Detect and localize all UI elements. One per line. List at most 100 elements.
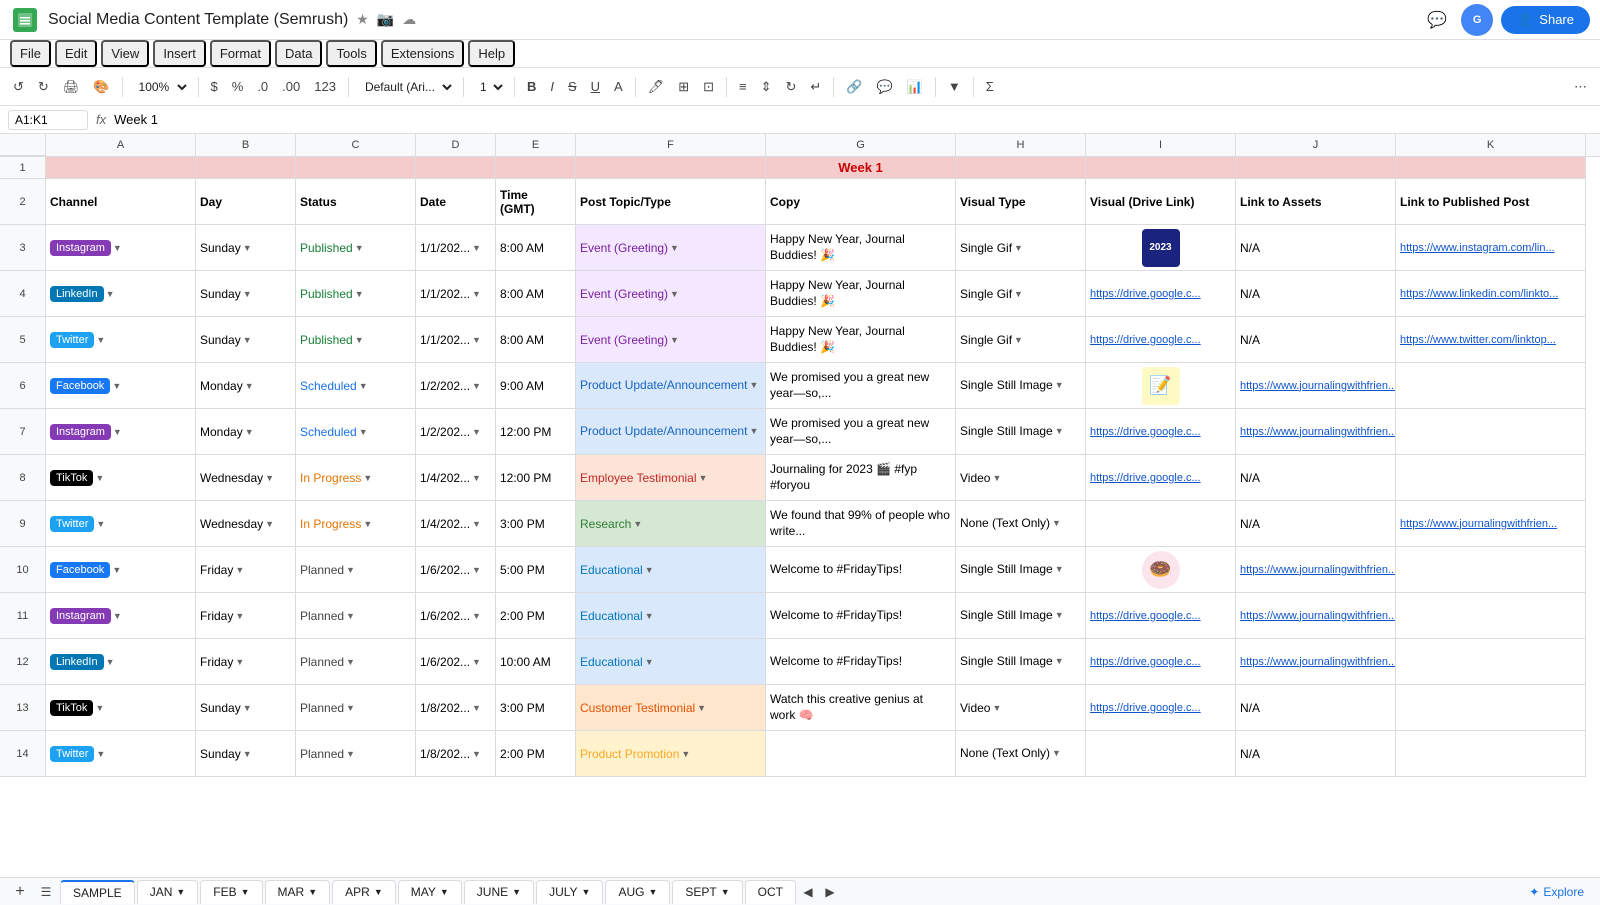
channel-dropdown-5[interactable]: ▼: [96, 335, 105, 345]
cell-day-7[interactable]: Monday ▼: [196, 409, 296, 455]
vt-dropdown-7[interactable]: ▼: [1055, 426, 1064, 438]
tab-apr-dropdown[interactable]: ▼: [374, 887, 383, 897]
cell-visual-type-11[interactable]: Single Still Image ▼: [956, 593, 1086, 639]
menu-help[interactable]: Help: [468, 40, 515, 67]
col-header-e[interactable]: E: [496, 134, 576, 156]
cell-status-4[interactable]: Published ▼: [296, 271, 416, 317]
cell-channel-12[interactable]: LinkedIn ▼: [46, 639, 196, 685]
topic-dropdown-8[interactable]: ▼: [699, 473, 708, 483]
vt-dropdown-9[interactable]: ▼: [1052, 518, 1061, 530]
cell-date-14[interactable]: 1/8/202... ▼: [416, 731, 496, 777]
menu-data[interactable]: Data: [275, 40, 322, 67]
vt-dropdown-14[interactable]: ▼: [1052, 748, 1061, 760]
more-button[interactable]: ⋯: [1569, 76, 1592, 98]
tab-sample[interactable]: SAMPLE: [60, 880, 135, 904]
text-color-button[interactable]: A: [609, 76, 628, 97]
cell-date-4[interactable]: 1/1/202... ▼: [416, 271, 496, 317]
cell-copy-5[interactable]: Happy New Year, Journal Buddies! 🎉: [766, 317, 956, 363]
align-h-button[interactable]: ≡: [734, 76, 752, 97]
assets-link-11[interactable]: https://www.journalingwithfrien...: [1240, 610, 1396, 622]
cell-channel-8[interactable]: TikTok ▼: [46, 455, 196, 501]
list-sheets-button[interactable]: ☰: [34, 880, 58, 904]
cell-copy-13[interactable]: Watch this creative genius at work 🧠: [766, 685, 956, 731]
tab-sept[interactable]: SEPT ▼: [672, 880, 742, 904]
nav-right-button[interactable]: ▶: [820, 882, 840, 902]
vt-dropdown-3[interactable]: ▼: [1014, 243, 1023, 253]
cell-link-published-12[interactable]: [1396, 639, 1586, 685]
spreadsheet[interactable]: A B C D E F G H I J K 1 2 3 4 5 6 7 8 9 …: [0, 134, 1600, 877]
cell-day-8[interactable]: Wednesday ▼: [196, 455, 296, 501]
cell-link-assets-14[interactable]: N/A: [1236, 731, 1396, 777]
published-link-3[interactable]: https://www.instagram.com/lin...: [1400, 242, 1555, 254]
camera-icon[interactable]: 📷: [377, 11, 394, 28]
tab-jan-dropdown[interactable]: ▼: [176, 887, 185, 897]
comment-button[interactable]: 💬: [872, 76, 898, 98]
cell-topic-14[interactable]: Product Promotion ▼: [576, 731, 766, 777]
tab-july[interactable]: JULY ▼: [536, 880, 603, 904]
menu-edit[interactable]: Edit: [55, 40, 97, 67]
wrap-button[interactable]: ↵: [805, 76, 826, 98]
col-header-k[interactable]: K: [1396, 134, 1586, 156]
star-icon[interactable]: ★: [356, 11, 369, 28]
menu-view[interactable]: View: [101, 40, 149, 67]
functions-button[interactable]: Σ: [981, 76, 999, 97]
assets-link-10[interactable]: https://www.journalingwithfrien...: [1240, 564, 1396, 576]
date-dropdown-13[interactable]: ▼: [472, 703, 481, 713]
status-dropdown-9[interactable]: ▼: [363, 519, 372, 529]
cell-link-published-8[interactable]: [1396, 455, 1586, 501]
channel-dropdown-8[interactable]: ▼: [95, 473, 104, 483]
channel-dropdown-11[interactable]: ▼: [113, 611, 122, 621]
day-dropdown-4[interactable]: ▼: [243, 289, 252, 299]
merge-button[interactable]: ⊡: [698, 76, 719, 98]
channel-dropdown-14[interactable]: ▼: [96, 749, 105, 759]
cell-time-7[interactable]: 12:00 PM: [496, 409, 576, 455]
cell-copy-12[interactable]: Welcome to #FridayTips!: [766, 639, 956, 685]
cell-status-11[interactable]: Planned ▼: [296, 593, 416, 639]
vt-dropdown-8[interactable]: ▼: [992, 473, 1001, 483]
cell-time-6[interactable]: 9:00 AM: [496, 363, 576, 409]
topic-dropdown-10[interactable]: ▼: [645, 565, 654, 575]
cell-time-8[interactable]: 12:00 PM: [496, 455, 576, 501]
cell-topic-10[interactable]: Educational ▼: [576, 547, 766, 593]
header-visual-drive[interactable]: Visual (Drive Link): [1086, 179, 1236, 225]
channel-dropdown-10[interactable]: ▼: [112, 565, 121, 575]
cell-topic-5[interactable]: Event (Greeting) ▼: [576, 317, 766, 363]
cell-date-13[interactable]: 1/8/202... ▼: [416, 685, 496, 731]
tab-sept-dropdown[interactable]: ▼: [721, 887, 730, 897]
cell-visual-drive-14[interactable]: [1086, 731, 1236, 777]
cell-topic-12[interactable]: Educational ▼: [576, 639, 766, 685]
cell-visual-drive-11[interactable]: https://drive.google.c...: [1086, 593, 1236, 639]
cell-date-10[interactable]: 1/6/202... ▼: [416, 547, 496, 593]
bold-button[interactable]: B: [522, 76, 541, 97]
published-link-5[interactable]: https://www.twitter.com/linktop...: [1400, 334, 1556, 346]
cell-time-9[interactable]: 3:00 PM: [496, 501, 576, 547]
cell-topic-7[interactable]: Product Update/Announcement ▼: [576, 409, 766, 455]
cell-link-assets-4[interactable]: N/A: [1236, 271, 1396, 317]
status-dropdown-5[interactable]: ▼: [355, 335, 364, 345]
day-dropdown-7[interactable]: ▼: [245, 427, 254, 437]
cell-status-6[interactable]: Scheduled ▼: [296, 363, 416, 409]
col-header-i[interactable]: I: [1086, 134, 1236, 156]
cell-time-4[interactable]: 8:00 AM: [496, 271, 576, 317]
profile-icon[interactable]: G: [1461, 4, 1493, 36]
cell-visual-drive-3[interactable]: 2023: [1086, 225, 1236, 271]
topic-dropdown-13[interactable]: ▼: [697, 703, 706, 713]
cell-link-assets-7[interactable]: https://www.journalingwithfrien...: [1236, 409, 1396, 455]
cell-time-12[interactable]: 10:00 AM: [496, 639, 576, 685]
cell-visual-type-6[interactable]: Single Still Image ▼: [956, 363, 1086, 409]
drive-link-7[interactable]: https://drive.google.c...: [1090, 426, 1201, 438]
day-dropdown-5[interactable]: ▼: [243, 335, 252, 345]
cell-day-6[interactable]: Monday ▼: [196, 363, 296, 409]
channel-dropdown-12[interactable]: ▼: [106, 657, 115, 667]
cell-visual-drive-4[interactable]: https://drive.google.c...: [1086, 271, 1236, 317]
chat-icon[interactable]: 💬: [1421, 4, 1453, 36]
cell-day-14[interactable]: Sunday ▼: [196, 731, 296, 777]
date-dropdown-12[interactable]: ▼: [472, 657, 481, 667]
topic-dropdown-6[interactable]: ▼: [749, 380, 758, 392]
day-dropdown-12[interactable]: ▼: [235, 657, 244, 667]
cell-a1[interactable]: [46, 157, 196, 179]
rotate-button[interactable]: ↻: [781, 76, 802, 98]
cell-visual-type-10[interactable]: Single Still Image ▼: [956, 547, 1086, 593]
cell-time-10[interactable]: 5:00 PM: [496, 547, 576, 593]
tab-july-dropdown[interactable]: ▼: [582, 887, 591, 897]
